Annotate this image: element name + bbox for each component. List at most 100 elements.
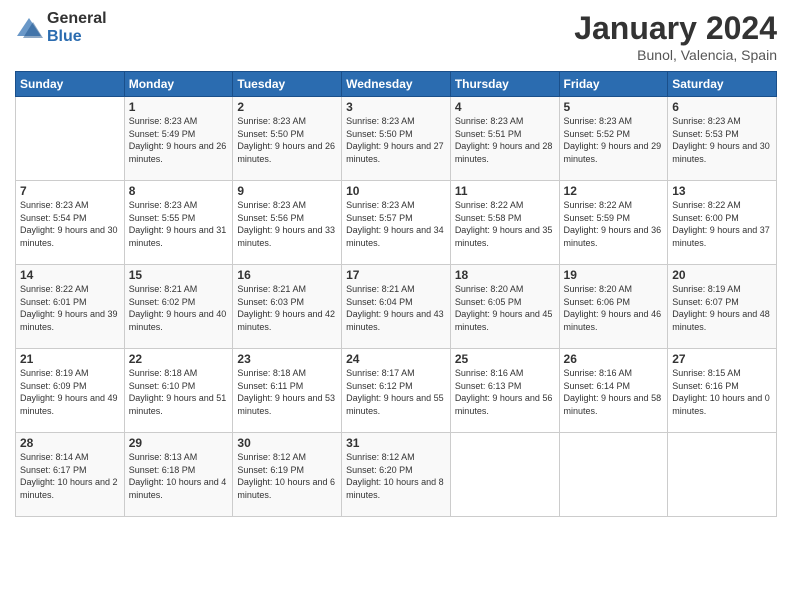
day-info: Sunrise: 8:18 AMSunset: 6:11 PMDaylight:… bbox=[237, 367, 337, 417]
week-row-5: 28Sunrise: 8:14 AMSunset: 6:17 PMDayligh… bbox=[16, 433, 777, 517]
day-number: 20 bbox=[672, 268, 772, 282]
day-cell bbox=[450, 433, 559, 517]
day-number: 9 bbox=[237, 184, 337, 198]
day-cell: 12Sunrise: 8:22 AMSunset: 5:59 PMDayligh… bbox=[559, 181, 668, 265]
day-header-sunday: Sunday bbox=[16, 72, 125, 97]
header: General Blue January 2024 Bunol, Valenci… bbox=[15, 10, 777, 63]
week-row-2: 7Sunrise: 8:23 AMSunset: 5:54 PMDaylight… bbox=[16, 181, 777, 265]
day-info: Sunrise: 8:12 AMSunset: 6:19 PMDaylight:… bbox=[237, 451, 337, 501]
day-cell: 11Sunrise: 8:22 AMSunset: 5:58 PMDayligh… bbox=[450, 181, 559, 265]
day-info: Sunrise: 8:23 AMSunset: 5:54 PMDaylight:… bbox=[20, 199, 120, 249]
day-cell: 5Sunrise: 8:23 AMSunset: 5:52 PMDaylight… bbox=[559, 97, 668, 181]
day-info: Sunrise: 8:23 AMSunset: 5:49 PMDaylight:… bbox=[129, 115, 229, 165]
day-cell: 15Sunrise: 8:21 AMSunset: 6:02 PMDayligh… bbox=[124, 265, 233, 349]
day-number: 3 bbox=[346, 100, 446, 114]
day-number: 14 bbox=[20, 268, 120, 282]
day-number: 11 bbox=[455, 184, 555, 198]
week-row-3: 14Sunrise: 8:22 AMSunset: 6:01 PMDayligh… bbox=[16, 265, 777, 349]
day-info: Sunrise: 8:20 AMSunset: 6:06 PMDaylight:… bbox=[564, 283, 664, 333]
day-header-friday: Friday bbox=[559, 72, 668, 97]
day-cell: 6Sunrise: 8:23 AMSunset: 5:53 PMDaylight… bbox=[668, 97, 777, 181]
day-header-saturday: Saturday bbox=[668, 72, 777, 97]
day-number: 6 bbox=[672, 100, 772, 114]
day-number: 15 bbox=[129, 268, 229, 282]
day-number: 21 bbox=[20, 352, 120, 366]
day-info: Sunrise: 8:23 AMSunset: 5:57 PMDaylight:… bbox=[346, 199, 446, 249]
day-number: 23 bbox=[237, 352, 337, 366]
calendar-table: SundayMondayTuesdayWednesdayThursdayFrid… bbox=[15, 71, 777, 517]
day-number: 31 bbox=[346, 436, 446, 450]
day-cell: 24Sunrise: 8:17 AMSunset: 6:12 PMDayligh… bbox=[342, 349, 451, 433]
day-cell: 18Sunrise: 8:20 AMSunset: 6:05 PMDayligh… bbox=[450, 265, 559, 349]
logo-blue: Blue bbox=[47, 28, 107, 46]
day-number: 2 bbox=[237, 100, 337, 114]
day-cell: 25Sunrise: 8:16 AMSunset: 6:13 PMDayligh… bbox=[450, 349, 559, 433]
day-info: Sunrise: 8:15 AMSunset: 6:16 PMDaylight:… bbox=[672, 367, 772, 417]
calendar-header-row: SundayMondayTuesdayWednesdayThursdayFrid… bbox=[16, 72, 777, 97]
day-header-tuesday: Tuesday bbox=[233, 72, 342, 97]
day-cell: 19Sunrise: 8:20 AMSunset: 6:06 PMDayligh… bbox=[559, 265, 668, 349]
day-number: 1 bbox=[129, 100, 229, 114]
day-info: Sunrise: 8:13 AMSunset: 6:18 PMDaylight:… bbox=[129, 451, 229, 501]
day-cell bbox=[16, 97, 125, 181]
day-info: Sunrise: 8:22 AMSunset: 6:01 PMDaylight:… bbox=[20, 283, 120, 333]
day-cell: 30Sunrise: 8:12 AMSunset: 6:19 PMDayligh… bbox=[233, 433, 342, 517]
day-cell bbox=[559, 433, 668, 517]
day-cell: 3Sunrise: 8:23 AMSunset: 5:50 PMDaylight… bbox=[342, 97, 451, 181]
day-info: Sunrise: 8:23 AMSunset: 5:53 PMDaylight:… bbox=[672, 115, 772, 165]
month-title: January 2024 bbox=[574, 10, 777, 47]
day-cell: 21Sunrise: 8:19 AMSunset: 6:09 PMDayligh… bbox=[16, 349, 125, 433]
day-number: 30 bbox=[237, 436, 337, 450]
day-number: 16 bbox=[237, 268, 337, 282]
day-number: 25 bbox=[455, 352, 555, 366]
day-number: 19 bbox=[564, 268, 664, 282]
day-cell: 10Sunrise: 8:23 AMSunset: 5:57 PMDayligh… bbox=[342, 181, 451, 265]
day-cell: 8Sunrise: 8:23 AMSunset: 5:55 PMDaylight… bbox=[124, 181, 233, 265]
day-header-wednesday: Wednesday bbox=[342, 72, 451, 97]
day-cell: 22Sunrise: 8:18 AMSunset: 6:10 PMDayligh… bbox=[124, 349, 233, 433]
day-number: 13 bbox=[672, 184, 772, 198]
day-number: 27 bbox=[672, 352, 772, 366]
day-number: 4 bbox=[455, 100, 555, 114]
day-info: Sunrise: 8:17 AMSunset: 6:12 PMDaylight:… bbox=[346, 367, 446, 417]
logo-general: General bbox=[47, 10, 107, 28]
logo-text: General Blue bbox=[47, 10, 107, 45]
day-info: Sunrise: 8:16 AMSunset: 6:13 PMDaylight:… bbox=[455, 367, 555, 417]
day-header-thursday: Thursday bbox=[450, 72, 559, 97]
day-number: 26 bbox=[564, 352, 664, 366]
day-number: 7 bbox=[20, 184, 120, 198]
day-info: Sunrise: 8:19 AMSunset: 6:09 PMDaylight:… bbox=[20, 367, 120, 417]
day-number: 29 bbox=[129, 436, 229, 450]
day-info: Sunrise: 8:23 AMSunset: 5:51 PMDaylight:… bbox=[455, 115, 555, 165]
day-cell: 1Sunrise: 8:23 AMSunset: 5:49 PMDaylight… bbox=[124, 97, 233, 181]
day-info: Sunrise: 8:22 AMSunset: 6:00 PMDaylight:… bbox=[672, 199, 772, 249]
day-cell: 27Sunrise: 8:15 AMSunset: 6:16 PMDayligh… bbox=[668, 349, 777, 433]
subtitle: Bunol, Valencia, Spain bbox=[574, 47, 777, 63]
day-info: Sunrise: 8:23 AMSunset: 5:52 PMDaylight:… bbox=[564, 115, 664, 165]
day-info: Sunrise: 8:23 AMSunset: 5:50 PMDaylight:… bbox=[237, 115, 337, 165]
day-cell: 4Sunrise: 8:23 AMSunset: 5:51 PMDaylight… bbox=[450, 97, 559, 181]
week-row-1: 1Sunrise: 8:23 AMSunset: 5:49 PMDaylight… bbox=[16, 97, 777, 181]
day-info: Sunrise: 8:23 AMSunset: 5:56 PMDaylight:… bbox=[237, 199, 337, 249]
logo: General Blue bbox=[15, 10, 107, 45]
day-number: 28 bbox=[20, 436, 120, 450]
day-info: Sunrise: 8:20 AMSunset: 6:05 PMDaylight:… bbox=[455, 283, 555, 333]
day-info: Sunrise: 8:23 AMSunset: 5:55 PMDaylight:… bbox=[129, 199, 229, 249]
day-cell: 29Sunrise: 8:13 AMSunset: 6:18 PMDayligh… bbox=[124, 433, 233, 517]
day-info: Sunrise: 8:12 AMSunset: 6:20 PMDaylight:… bbox=[346, 451, 446, 501]
day-number: 8 bbox=[129, 184, 229, 198]
day-number: 18 bbox=[455, 268, 555, 282]
page: General Blue January 2024 Bunol, Valenci… bbox=[0, 0, 792, 612]
logo-icon bbox=[15, 14, 43, 42]
day-cell: 14Sunrise: 8:22 AMSunset: 6:01 PMDayligh… bbox=[16, 265, 125, 349]
day-header-monday: Monday bbox=[124, 72, 233, 97]
day-info: Sunrise: 8:22 AMSunset: 5:59 PMDaylight:… bbox=[564, 199, 664, 249]
day-number: 5 bbox=[564, 100, 664, 114]
day-cell: 20Sunrise: 8:19 AMSunset: 6:07 PMDayligh… bbox=[668, 265, 777, 349]
day-number: 17 bbox=[346, 268, 446, 282]
day-cell bbox=[668, 433, 777, 517]
day-cell: 26Sunrise: 8:16 AMSunset: 6:14 PMDayligh… bbox=[559, 349, 668, 433]
day-info: Sunrise: 8:16 AMSunset: 6:14 PMDaylight:… bbox=[564, 367, 664, 417]
day-info: Sunrise: 8:21 AMSunset: 6:02 PMDaylight:… bbox=[129, 283, 229, 333]
day-cell: 13Sunrise: 8:22 AMSunset: 6:00 PMDayligh… bbox=[668, 181, 777, 265]
